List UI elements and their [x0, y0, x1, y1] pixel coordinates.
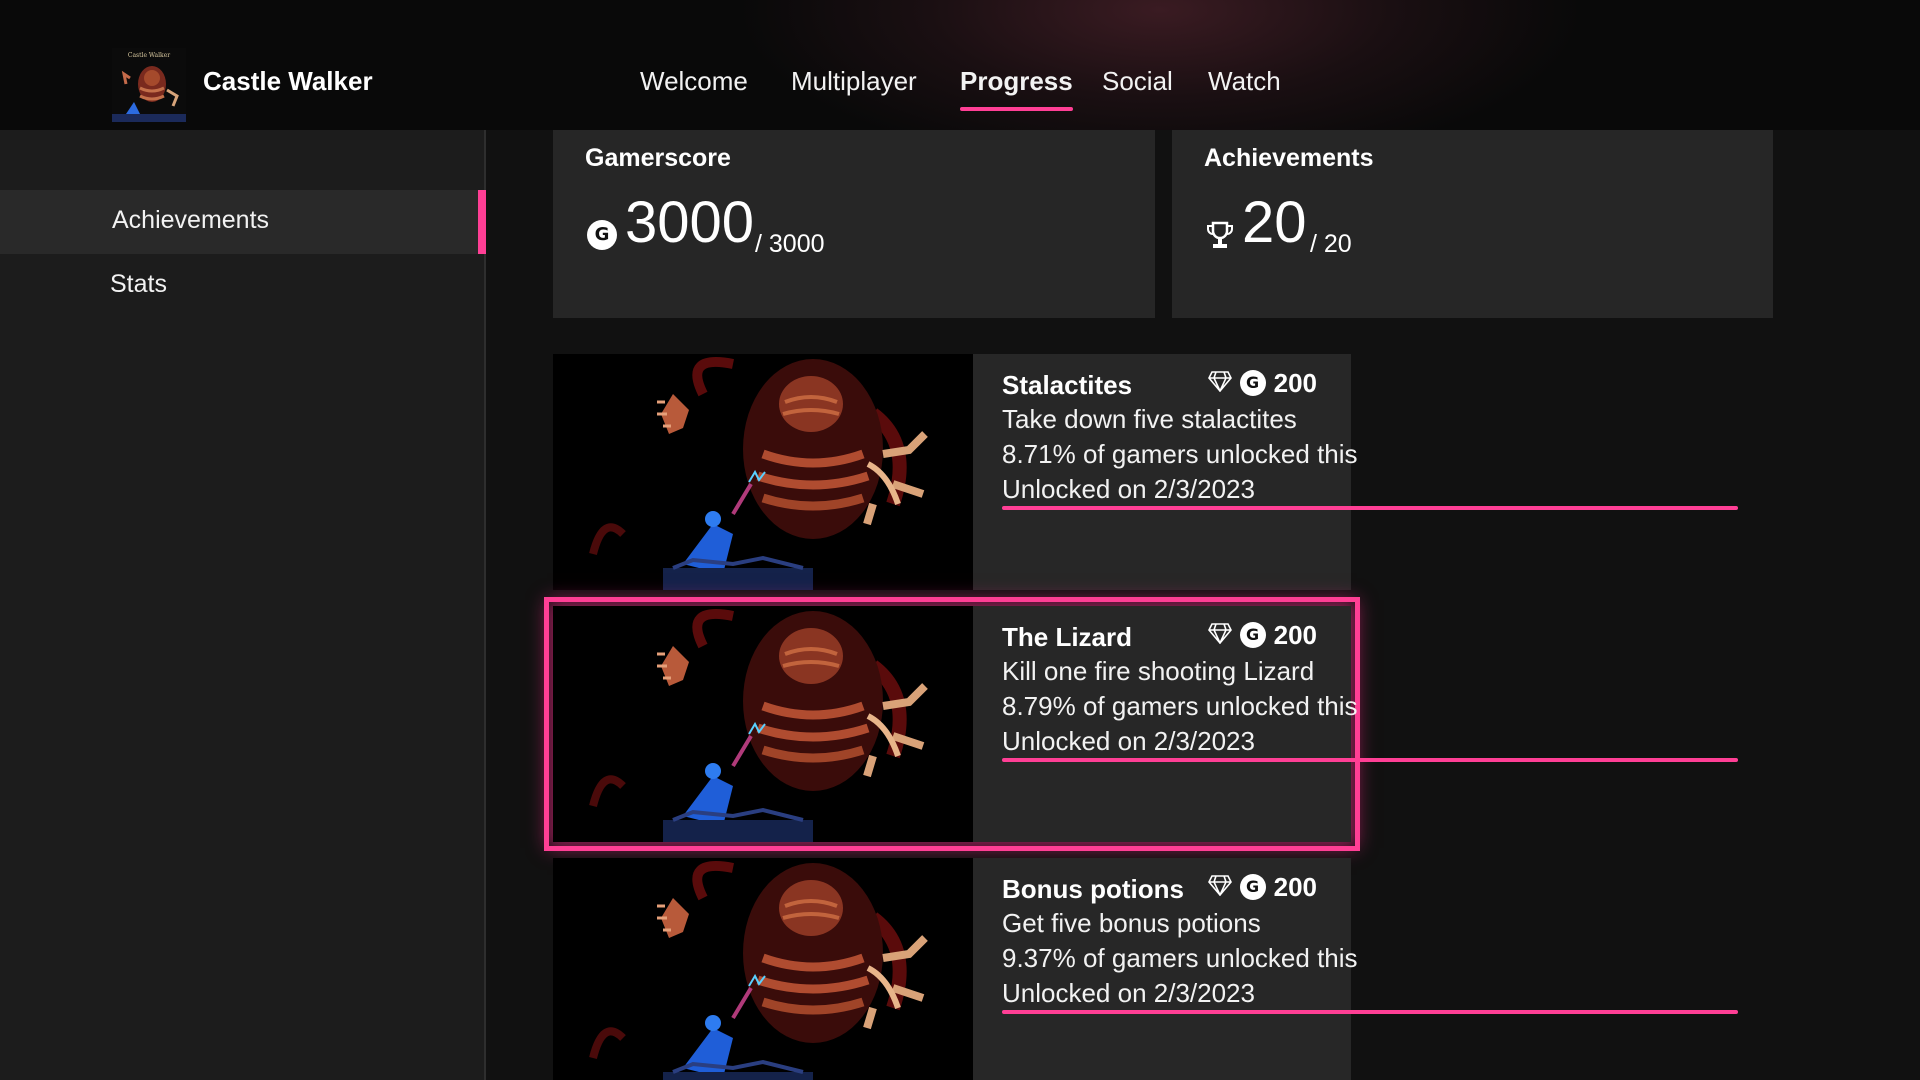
- achievement-name: The Lizard: [1002, 622, 1133, 652]
- achievements-total: / 20: [1310, 230, 1352, 258]
- gamerscore-icon: G: [1239, 370, 1266, 396]
- achievement-description: Get five bonus potions: [1002, 908, 1261, 938]
- tab-label: Social: [1102, 66, 1173, 96]
- selected-marker: [478, 190, 486, 254]
- achievements-value: 20: [1242, 190, 1307, 255]
- achievement-rarity: 9.37% of gamers unlocked this: [1002, 943, 1358, 973]
- achievement-score: G 200: [1207, 619, 1317, 651]
- tab-label: Watch: [1208, 66, 1281, 96]
- diamond-icon: [1207, 872, 1232, 903]
- tab-label: Welcome: [640, 66, 748, 96]
- game-thumbnail: Castle Walker: [112, 48, 186, 122]
- tab-multiplayer[interactable]: Multiplayer: [791, 66, 917, 97]
- score-value: 200: [1273, 619, 1317, 650]
- achievement-art: [553, 858, 973, 1080]
- achievement-unlocked-date: Unlocked on 2/3/2023: [1002, 474, 1255, 504]
- achievement-unlocked-date: Unlocked on 2/3/2023: [1002, 726, 1255, 756]
- tab-label: Progress: [960, 66, 1073, 96]
- achievement-name: Stalactites: [1002, 370, 1133, 400]
- game-title: Castle Walker: [203, 66, 373, 96]
- achievement-card[interactable]: The Lizard Kill one fire shooting Lizard…: [544, 597, 1738, 851]
- tab-label: Multiplayer: [791, 66, 917, 96]
- score-value: 200: [1273, 871, 1317, 902]
- gamerscore-total: / 3000: [755, 230, 825, 258]
- achievement-score: G 200: [1207, 871, 1317, 903]
- gamerscore-icon: G: [1239, 622, 1266, 648]
- gamerscore-icon: G: [1239, 874, 1266, 900]
- gamerscore-icon: G: [587, 220, 617, 250]
- diamond-icon: [1207, 620, 1232, 651]
- app-header: Castle Walker Castle Walker Welcome Mult…: [0, 0, 1920, 130]
- card-title: Gamerscore: [585, 144, 731, 172]
- achievement-description: Kill one fire shooting Lizard: [1002, 656, 1315, 686]
- diamond-icon: [1207, 368, 1232, 399]
- tab-watch[interactable]: Watch: [1208, 66, 1281, 97]
- tab-welcome[interactable]: Welcome: [640, 66, 748, 97]
- active-tab-underline: [960, 107, 1073, 111]
- achievement-rarity: 8.71% of gamers unlocked this: [1002, 439, 1358, 469]
- card-title: Achievements: [1204, 144, 1374, 172]
- achievement-unlocked-date: Unlocked on 2/3/2023: [1002, 978, 1255, 1008]
- tab-social[interactable]: Social: [1102, 66, 1173, 97]
- achievement-art: [553, 606, 973, 842]
- achievement-score: G 200: [1207, 367, 1317, 399]
- boss-artwork: [553, 606, 973, 842]
- boss-artwork: [553, 354, 973, 590]
- boss-artwork: [553, 858, 973, 1080]
- tab-progress[interactable]: Progress: [960, 66, 1073, 111]
- sidebar: Achievements Stats: [0, 130, 486, 1080]
- trophy-icon: [1206, 220, 1234, 257]
- score-value: 200: [1273, 367, 1317, 398]
- achievement-card[interactable]: Bonus potions Get five bonus potions 9.3…: [553, 858, 1738, 1080]
- achievement-card[interactable]: Stalactites Take down five stalactites 8…: [553, 354, 1738, 590]
- progress-bar: [1002, 1010, 1738, 1014]
- sidebar-item-achievements[interactable]: Achievements: [0, 190, 486, 254]
- progress-bar: [1002, 758, 1738, 762]
- sidebar-item-label: Stats: [110, 270, 167, 298]
- achievement-art: [553, 354, 973, 590]
- achievement-rarity: 8.79% of gamers unlocked this: [1002, 691, 1358, 721]
- progress-bar: [1002, 506, 1738, 510]
- sidebar-item-label: Achievements: [112, 206, 270, 234]
- achievement-name: Bonus potions: [1002, 874, 1184, 904]
- achievements-card: Achievements 20 / 20: [1172, 130, 1773, 318]
- gamerscore-value: 3000: [625, 190, 755, 255]
- achievement-description: Take down five stalactites: [1002, 404, 1297, 434]
- thumb-caption: Castle Walker: [128, 52, 170, 59]
- gamerscore-card: Gamerscore G 3000 / 3000: [553, 130, 1155, 318]
- sidebar-item-stats[interactable]: Stats: [0, 254, 486, 318]
